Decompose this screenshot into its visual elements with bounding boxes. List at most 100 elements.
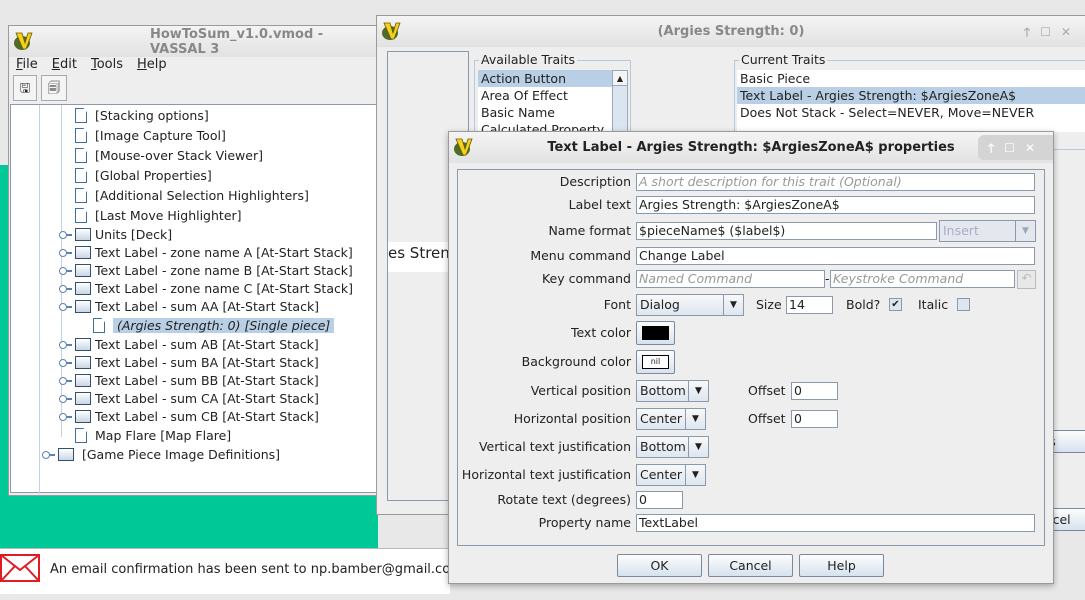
rotate-input[interactable]: 0 <box>636 491 683 509</box>
menu-command-input[interactable]: Change Label <box>636 247 1035 265</box>
tree-item[interactable]: [Image Capture Tool] <box>75 127 226 145</box>
piece-dialog-title-bar: (Argies Strength: 0) 🡑 ☐ ✕ <box>377 16 1085 47</box>
scrollbar[interactable]: ▲ <box>612 70 628 140</box>
trait-dialog-title-bar: Text Label - Argies Strength: $ArgiesZon… <box>449 132 1053 163</box>
label-text-label: Label text <box>568 197 631 212</box>
window-controls: 🡑 ☐ ✕ <box>1014 23 1071 44</box>
label-text-input[interactable]: Argies Strength: $ArgiesZoneA$ <box>636 196 1035 214</box>
chevron-down-icon: ▼ <box>685 409 705 429</box>
save-button[interactable]: 🖫 <box>13 75 37 101</box>
help-button[interactable]: Help <box>799 554 884 577</box>
name-format-input[interactable]: $pieceName$ ($label$) <box>636 222 937 240</box>
undo-keystroke-icon[interactable]: ↶ <box>1017 270 1036 289</box>
horizontal-position-label: Horizontal position <box>513 411 631 426</box>
key-command-label: Key command <box>541 271 631 286</box>
property-name-input[interactable]: TextLabel <box>636 514 1035 532</box>
text-color-button[interactable] <box>636 321 675 345</box>
vassal-logo-icon <box>382 22 401 40</box>
keystroke-command-input[interactable]: Keystroke Command <box>830 270 1015 288</box>
named-command-input[interactable]: Named Command <box>636 270 825 288</box>
offset-label: Offset <box>748 411 786 426</box>
text-color-label: Text color <box>570 325 631 340</box>
file-icon <box>75 148 87 163</box>
horizontal-offset-input[interactable]: 0 <box>791 410 838 428</box>
expand-handle-icon[interactable] <box>59 377 72 385</box>
menu-tools[interactable]: Tools <box>91 56 123 74</box>
current-trait-item[interactable]: Does Not Stack - Select=NEVER, Move=NEVE… <box>737 104 1085 121</box>
maximize-icon[interactable]: ☐ <box>1040 25 1051 39</box>
cancel-button[interactable]: Cancel <box>708 554 793 577</box>
scroll-up-icon[interactable]: ▲ <box>613 71 627 86</box>
italic-label: Italic <box>918 297 949 312</box>
ok-button[interactable]: OK <box>617 554 702 577</box>
horizontal-position-dropdown[interactable]: Center ▼ <box>636 408 706 430</box>
description-input[interactable]: A short description for this trait (Opti… <box>636 173 1035 191</box>
italic-checkbox[interactable] <box>957 298 970 311</box>
menu-edit[interactable]: Edit <box>52 56 77 74</box>
trait-dialog-title: Text Label - Argies Strength: $ArgiesZon… <box>547 140 955 155</box>
tree-item[interactable]: [Mouse-over Stack Viewer] <box>75 147 263 165</box>
chevron-down-icon: ▼ <box>723 295 743 315</box>
window-controls: 🡑 ☐ ✕ <box>978 135 1053 160</box>
description-label: Description <box>559 174 631 189</box>
current-traits-list[interactable]: Basic Piece Text Label - Argies Strength:… <box>737 70 1085 132</box>
size-label: Size <box>756 297 782 312</box>
floppy-disk-icon: 🖫 <box>19 80 31 95</box>
key-separator: - <box>825 271 830 286</box>
window-title: HowToSum_v1.0.vmod - VASSAL 3 <box>150 26 324 57</box>
background-color-label: Background color <box>521 354 631 369</box>
horizontal-justification-label: Horizontal text justification <box>461 467 631 482</box>
available-trait-item[interactable]: Area Of Effect <box>478 87 612 104</box>
bold-checkbox[interactable]: ✔ <box>889 298 902 311</box>
chevron-down-icon: ▼ <box>685 465 705 485</box>
vassal-logo-icon <box>454 138 473 156</box>
horizontal-justification-dropdown[interactable]: Center ▼ <box>636 464 706 486</box>
file-icon <box>75 128 87 143</box>
offset-label: Offset <box>748 383 786 398</box>
font-label: Font <box>603 297 631 312</box>
close-icon[interactable]: ✕ <box>1061 25 1071 39</box>
vertical-justification-dropdown[interactable]: Bottom ▼ <box>636 436 709 458</box>
color-swatch <box>642 326 669 340</box>
current-trait-item[interactable]: Text Label - Argies Strength: $ArgiesZon… <box>737 87 1085 104</box>
save-as-button[interactable]: 🗐 <box>41 75 67 101</box>
menu-bar: File Edit Tools Help <box>16 56 181 74</box>
piece-dialog-title: (Argies Strength: 0) <box>657 24 805 39</box>
floppy-disk-stack-icon: 🗐 <box>47 80 61 95</box>
chevron-down-icon: ▼ <box>688 381 708 401</box>
tree-item[interactable]: [Stacking options] <box>75 107 209 125</box>
maximize-icon[interactable]: ☐ <box>1004 141 1015 155</box>
available-trait-item[interactable]: Basic Name <box>478 104 612 121</box>
available-trait-item[interactable]: Action Button <box>478 70 612 87</box>
background-color-button[interactable]: nil <box>636 350 675 374</box>
vertical-position-label: Vertical position <box>530 383 631 398</box>
shade-icon[interactable]: 🡑 <box>1024 25 1030 39</box>
insert-dropdown[interactable]: Insert ▼ <box>939 220 1036 242</box>
chevron-down-icon: ▼ <box>1015 221 1035 241</box>
name-format-label: Name format <box>548 223 631 238</box>
expand-handle-icon[interactable] <box>59 341 72 349</box>
property-name-label: Property name <box>538 515 631 530</box>
available-traits-list[interactable]: Action Button Area Of Effect Basic Name Cal… <box>478 70 628 140</box>
menu-file[interactable]: File <box>16 56 38 74</box>
expand-handle-icon[interactable] <box>42 451 55 459</box>
status-message: An email confirmation has been sent to n… <box>50 562 463 577</box>
available-traits-label: Available Traits <box>479 52 578 67</box>
vertical-position-dropdown[interactable]: Bottom ▼ <box>636 380 709 402</box>
font-dropdown[interactable]: Dialog ▼ <box>636 294 744 316</box>
menu-command-label: Menu command <box>530 248 631 263</box>
vertical-justification-label: Vertical text justification <box>478 439 631 454</box>
envelope-icon <box>0 554 40 582</box>
menu-help[interactable]: Help <box>137 56 167 74</box>
vertical-offset-input[interactable]: 0 <box>791 382 838 400</box>
current-trait-item[interactable]: Basic Piece <box>737 70 1085 87</box>
current-traits-label: Current Traits <box>739 52 828 67</box>
chevron-down-icon: ▼ <box>688 437 708 457</box>
expand-handle-icon[interactable] <box>59 395 72 403</box>
font-size-input[interactable]: 14 <box>786 296 833 314</box>
vassal-logo-icon <box>14 32 33 50</box>
close-icon[interactable]: ✕ <box>1025 141 1035 155</box>
status-bar: An email confirmation has been sent to n… <box>0 548 463 594</box>
shade-icon[interactable]: 🡑 <box>988 141 994 155</box>
expand-handle-icon[interactable] <box>59 285 72 293</box>
